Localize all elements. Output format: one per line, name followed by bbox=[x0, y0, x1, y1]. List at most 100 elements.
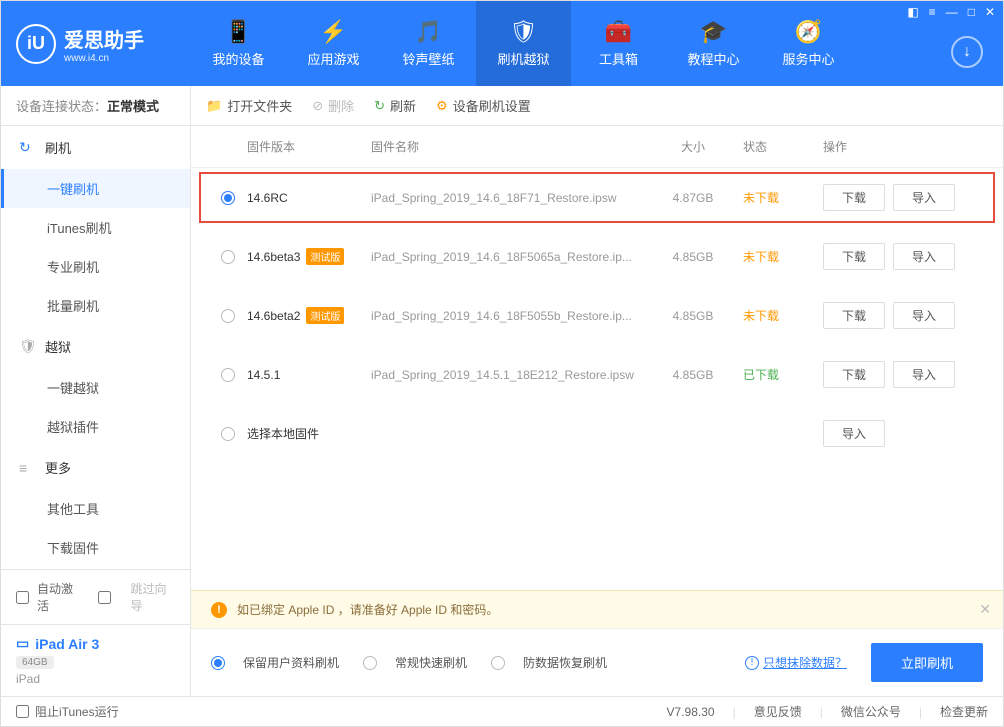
download-button[interactable]: 下载 bbox=[823, 243, 885, 270]
firmware-size: 4.85GB bbox=[653, 368, 733, 382]
firmware-version: 14.6beta3测试版 bbox=[247, 248, 371, 265]
device-icon: ▭ bbox=[16, 635, 29, 652]
nav-icon: 🧰 bbox=[605, 19, 632, 45]
sidebar-item-2-1[interactable]: 下载固件 bbox=[1, 528, 190, 567]
import-button[interactable]: 导入 bbox=[893, 361, 955, 388]
firmware-version: 14.5.1 bbox=[247, 368, 371, 382]
firmware-radio[interactable] bbox=[221, 427, 235, 441]
sidebar-item-0-2[interactable]: 专业刷机 bbox=[1, 247, 190, 286]
firmware-status: 未下载 bbox=[733, 307, 813, 324]
nav-tab-1[interactable]: ⚡应用游戏 bbox=[286, 1, 381, 86]
firmware-radio[interactable] bbox=[221, 250, 235, 264]
delete-icon: ⊘ bbox=[312, 98, 323, 114]
open-folder-button[interactable]: 📁 打开文件夹 bbox=[206, 96, 292, 115]
flash-radio-icon[interactable] bbox=[211, 656, 225, 670]
skip-guide-checkbox[interactable] bbox=[98, 591, 111, 604]
auto-activate-label: 自动激活 bbox=[37, 580, 82, 614]
firmware-size: 4.87GB bbox=[653, 191, 733, 205]
firmware-version: 14.6beta2测试版 bbox=[247, 307, 371, 324]
content-area: 固件版本 固件名称 大小 状态 操作 14.6RCiPad_Spring_201… bbox=[191, 126, 1003, 696]
firmware-version: 14.6RC bbox=[247, 191, 371, 205]
app-header: iU 爱思助手 www.i4.cn 📱我的设备⚡应用游戏🎵铃声壁纸🛡刷机越狱🧰工… bbox=[1, 1, 1003, 86]
window-maximize-icon[interactable]: □ bbox=[968, 5, 975, 19]
window-menu-icon[interactable]: ◧ bbox=[907, 5, 918, 19]
erase-data-link[interactable]: ! 只想抹除数据？ bbox=[745, 654, 847, 671]
window-close-icon[interactable]: ✕ bbox=[985, 5, 995, 19]
flash-radio-icon[interactable] bbox=[363, 656, 377, 670]
auto-activate-checkbox[interactable] bbox=[16, 591, 29, 604]
nav-tab-4[interactable]: 🧰工具箱 bbox=[571, 1, 666, 86]
flash-option-2[interactable]: 防数据恢复刷机 bbox=[491, 654, 607, 671]
window-list-icon[interactable]: ≡ bbox=[929, 5, 936, 19]
info-icon: ! bbox=[745, 656, 759, 670]
col-name: 固件名称 bbox=[371, 138, 653, 155]
firmware-name: iPad_Spring_2019_14.6_18F5065a_Restore.i… bbox=[371, 250, 653, 264]
download-button[interactable]: 下载 bbox=[823, 184, 885, 211]
sidebar-item-0-0[interactable]: 一键刷机 bbox=[1, 169, 190, 208]
sidebar-group-0[interactable]: ↻刷机 bbox=[1, 126, 190, 169]
firmware-status: 已下载 bbox=[733, 366, 813, 383]
flash-radio-icon[interactable] bbox=[491, 656, 505, 670]
sidebar-item-1-0[interactable]: 一键越狱 bbox=[1, 368, 190, 407]
window-minimize-icon[interactable]: — bbox=[946, 5, 958, 19]
flash-option-1[interactable]: 常规快速刷机 bbox=[363, 654, 467, 671]
nav-tab-2[interactable]: 🎵铃声壁纸 bbox=[381, 1, 476, 86]
auto-activate-row: 自动激活 跳过向导 bbox=[1, 570, 190, 624]
download-indicator-icon[interactable]: ↓ bbox=[951, 36, 983, 68]
warning-icon: ! bbox=[211, 602, 227, 618]
sidebar-item-0-1[interactable]: iTunes刷机 bbox=[1, 208, 190, 247]
gear-icon: ⚙ bbox=[436, 98, 448, 114]
firmware-row-3[interactable]: 14.5.1iPad_Spring_2019_14.5.1_18E212_Res… bbox=[191, 345, 1003, 404]
warning-close-icon[interactable]: ✕ bbox=[979, 601, 991, 618]
status-label: 设备连接状态： bbox=[16, 96, 107, 115]
import-button[interactable]: 导入 bbox=[823, 420, 885, 447]
col-status: 状态 bbox=[733, 138, 813, 155]
sidebar-group-2[interactable]: ≡更多 bbox=[1, 446, 190, 489]
firmware-row-0[interactable]: 14.6RCiPad_Spring_2019_14.6_18F71_Restor… bbox=[197, 170, 997, 225]
window-controls: ◧ ≡ — □ ✕ bbox=[907, 5, 995, 19]
firmware-size: 4.85GB bbox=[653, 250, 733, 264]
status-value: 正常模式 bbox=[107, 96, 159, 115]
feedback-link[interactable]: 意见反馈 bbox=[754, 703, 802, 720]
sidebar-group-icon: ↻ bbox=[19, 139, 35, 156]
wechat-link[interactable]: 微信公众号 bbox=[841, 703, 901, 720]
device-info: ▭ iPad Air 3 64GB iPad bbox=[1, 624, 190, 696]
firmware-radio[interactable] bbox=[221, 309, 235, 323]
firmware-radio[interactable] bbox=[221, 191, 235, 205]
skip-guide-label: 跳过向导 bbox=[131, 580, 176, 614]
firmware-row-2[interactable]: 14.6beta2测试版iPad_Spring_2019_14.6_18F505… bbox=[191, 286, 1003, 345]
import-button[interactable]: 导入 bbox=[893, 184, 955, 211]
connection-status: 设备连接状态： 正常模式 bbox=[1, 86, 191, 125]
flash-option-0[interactable]: 保留用户资料刷机 bbox=[211, 654, 339, 671]
sidebar-group-1[interactable]: 🛡越狱 bbox=[1, 325, 190, 368]
flash-settings-button[interactable]: ⚙ 设备刷机设置 bbox=[436, 96, 531, 115]
sidebar-item-1-1[interactable]: 越狱插件 bbox=[1, 407, 190, 446]
import-button[interactable]: 导入 bbox=[893, 243, 955, 270]
firmware-row-1[interactable]: 14.6beta3测试版iPad_Spring_2019_14.6_18F506… bbox=[191, 227, 1003, 286]
nav-tab-3[interactable]: 🛡刷机越狱 bbox=[476, 1, 571, 86]
nav-icon: 🎓 bbox=[700, 19, 727, 45]
firmware-status: 未下载 bbox=[733, 248, 813, 265]
nav-tab-6[interactable]: 🧭服务中心 bbox=[761, 1, 856, 86]
import-button[interactable]: 导入 bbox=[893, 302, 955, 329]
firmware-row-4[interactable]: 选择本地固件导入 bbox=[191, 404, 1003, 463]
app-title: 爱思助手 bbox=[64, 24, 144, 53]
device-name[interactable]: ▭ iPad Air 3 bbox=[16, 635, 175, 652]
download-button[interactable]: 下载 bbox=[823, 361, 885, 388]
nav-tab-5[interactable]: 🎓教程中心 bbox=[666, 1, 761, 86]
footer: 阻止iTunes运行 V7.98.30 | 意见反馈 | 微信公众号 | 检查更… bbox=[1, 696, 1003, 726]
firmware-radio[interactable] bbox=[221, 368, 235, 382]
block-itunes-label: 阻止iTunes运行 bbox=[35, 703, 119, 720]
download-button[interactable]: 下载 bbox=[823, 302, 885, 329]
flash-now-button[interactable]: 立即刷机 bbox=[871, 643, 983, 682]
nav-tab-0[interactable]: 📱我的设备 bbox=[191, 1, 286, 86]
sidebar-item-0-3[interactable]: 批量刷机 bbox=[1, 286, 190, 325]
beta-badge: 测试版 bbox=[306, 307, 344, 324]
check-update-link[interactable]: 检查更新 bbox=[940, 703, 988, 720]
nav-icon: ⚡ bbox=[320, 19, 347, 45]
sidebar-item-2-0[interactable]: 其他工具 bbox=[1, 489, 190, 528]
delete-button[interactable]: ⊘ 删除 bbox=[312, 96, 354, 115]
refresh-button[interactable]: ↻ 刷新 bbox=[374, 96, 416, 115]
toolbar: 设备连接状态： 正常模式 📁 打开文件夹 ⊘ 删除 ↻ 刷新 ⚙ 设备刷机设置 bbox=[1, 86, 1003, 126]
block-itunes-checkbox[interactable] bbox=[16, 705, 29, 718]
